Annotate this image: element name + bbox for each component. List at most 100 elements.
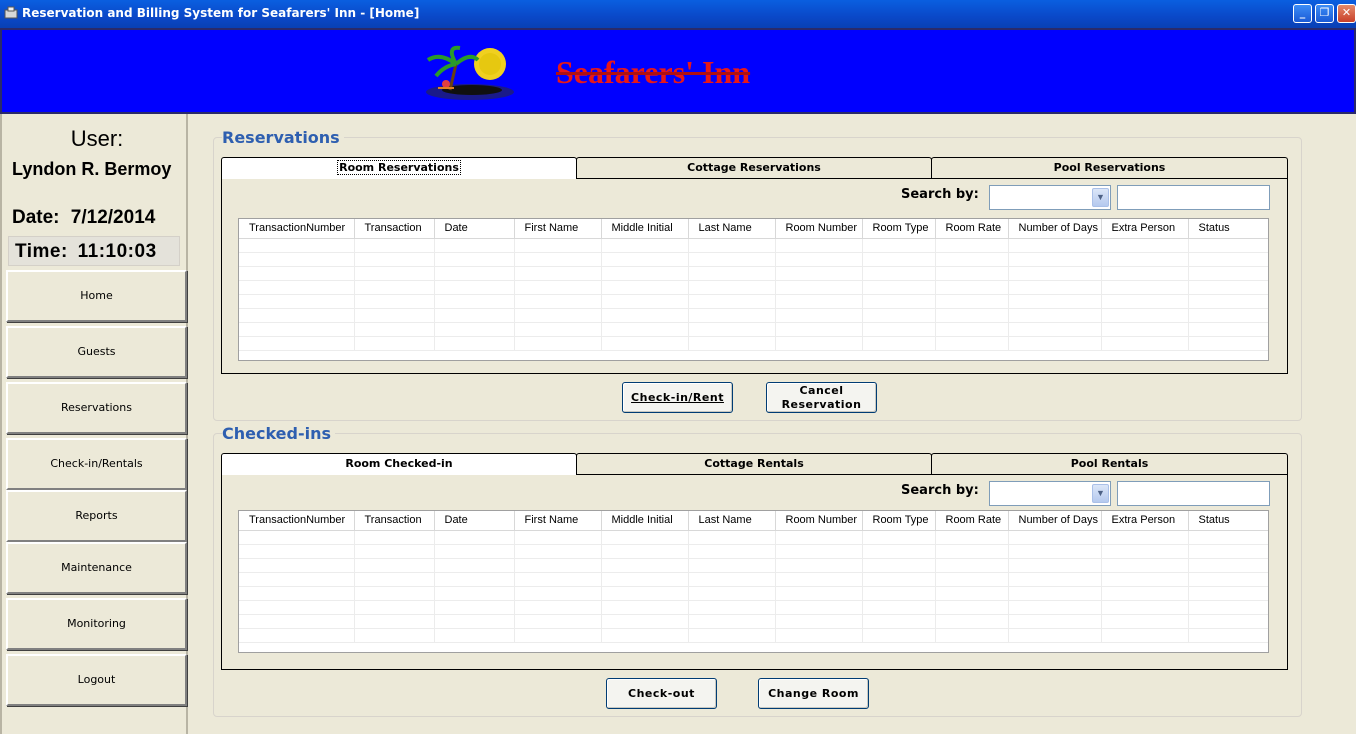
- search-input[interactable]: [1117, 185, 1270, 210]
- table-row: [239, 308, 1268, 323]
- table-cell: [239, 572, 355, 587]
- cancel-reservation-button[interactable]: Cancel Reservation: [766, 382, 877, 413]
- table-cell: [862, 322, 936, 337]
- checkedins-title: Checked-ins: [222, 424, 336, 443]
- table-cell: [239, 530, 355, 545]
- reservations-table[interactable]: TransactionNumber Transaction Date First…: [238, 218, 1269, 361]
- checkout-button[interactable]: Check-out: [606, 678, 717, 709]
- table-cell: [434, 238, 515, 253]
- column-header[interactable]: TransactionNumber: [239, 511, 355, 531]
- column-header[interactable]: Room Type: [862, 219, 936, 239]
- table-cell: [688, 308, 776, 323]
- table-row: [239, 572, 1268, 587]
- close-icon[interactable]: ✕: [1337, 4, 1356, 23]
- table-cell: [1188, 572, 1268, 587]
- search-by-select[interactable]: ▼: [989, 185, 1111, 210]
- chevron-down-icon[interactable]: ▼: [1092, 188, 1109, 207]
- tab-pool-reservations[interactable]: Pool Reservations: [931, 157, 1288, 179]
- column-header[interactable]: Extra Person: [1101, 511, 1189, 531]
- change-room-button[interactable]: Change Room: [758, 678, 869, 709]
- table-row: [239, 600, 1268, 615]
- tab-cottage-rentals[interactable]: Cottage Rentals: [576, 453, 932, 475]
- column-header[interactable]: Room Number: [775, 511, 863, 531]
- table-cell: [354, 266, 435, 281]
- nav-reports-button[interactable]: Reports: [6, 490, 187, 542]
- sidebar: User: Lyndon R. Bermoy Date: 7/12/2014 T…: [0, 114, 188, 734]
- table-cell: [1188, 322, 1268, 337]
- column-header[interactable]: Transaction: [354, 511, 435, 531]
- table-cell: [935, 280, 1009, 295]
- table-cell: [434, 322, 515, 337]
- column-header[interactable]: Middle Initial: [601, 511, 689, 531]
- table-cell: [1008, 252, 1102, 267]
- nav-checkin-rentals-button[interactable]: Check-in/Rentals: [6, 438, 187, 490]
- column-header[interactable]: Number of Days: [1008, 219, 1102, 239]
- column-header[interactable]: Status: [1188, 511, 1268, 531]
- window-title: Reservation and Billing System for Seafa…: [22, 6, 420, 20]
- tab-room-reservations[interactable]: Room Reservations: [221, 157, 577, 179]
- nav-home-button[interactable]: Home: [6, 270, 187, 322]
- search-input[interactable]: [1117, 481, 1270, 506]
- search-by-select[interactable]: ▼: [989, 481, 1111, 506]
- table-cell: [1008, 308, 1102, 323]
- column-header[interactable]: Middle Initial: [601, 219, 689, 239]
- column-header[interactable]: Number of Days: [1008, 511, 1102, 531]
- tab-pool-rentals[interactable]: Pool Rentals: [931, 453, 1288, 475]
- column-header[interactable]: Room Type: [862, 511, 936, 531]
- column-header[interactable]: Transaction: [354, 219, 435, 239]
- table-cell: [354, 628, 435, 643]
- table-cell: [935, 600, 1009, 615]
- column-header[interactable]: Last Name: [688, 219, 776, 239]
- column-header[interactable]: Room Rate: [935, 219, 1009, 239]
- column-header[interactable]: First Name: [514, 511, 602, 531]
- table-cell: [354, 544, 435, 559]
- chevron-down-icon[interactable]: ▼: [1092, 484, 1109, 503]
- tab-room-checked-in[interactable]: Room Checked-in: [221, 453, 577, 475]
- checkedins-table[interactable]: TransactionNumber Transaction Date First…: [238, 510, 1269, 653]
- table-cell: [862, 586, 936, 601]
- nav-reservations-button[interactable]: Reservations: [6, 382, 187, 434]
- table-cell: [514, 572, 602, 587]
- table-cell: [1188, 252, 1268, 267]
- table-row: [239, 530, 1268, 545]
- checkin-rent-button[interactable]: Check-in/Rent: [622, 382, 733, 413]
- table-cell: [601, 544, 689, 559]
- nav-monitoring-button[interactable]: Monitoring: [6, 598, 187, 650]
- tab-cottage-reservations[interactable]: Cottage Reservations: [576, 157, 932, 179]
- search-by-label: Search by:: [901, 483, 979, 498]
- table-cell: [688, 336, 776, 351]
- time-label: Time:: [15, 241, 68, 262]
- column-header[interactable]: Last Name: [688, 511, 776, 531]
- restore-icon[interactable]: ❐: [1315, 4, 1334, 23]
- table-cell: [688, 252, 776, 267]
- column-header[interactable]: Room Number: [775, 219, 863, 239]
- table-cell: [434, 530, 515, 545]
- nav-logout-button[interactable]: Logout: [6, 654, 187, 706]
- column-header[interactable]: Date: [434, 219, 515, 239]
- table-cell: [434, 600, 515, 615]
- table-cell: [239, 558, 355, 573]
- minimize-icon[interactable]: _: [1293, 4, 1312, 23]
- table-cell: [354, 614, 435, 629]
- table-cell: [1188, 614, 1268, 629]
- table-cell: [775, 600, 863, 615]
- table-cell: [354, 322, 435, 337]
- header-banner: Seafarers' Inn: [0, 28, 1356, 114]
- column-header[interactable]: Status: [1188, 219, 1268, 239]
- table-cell: [354, 586, 435, 601]
- column-header[interactable]: TransactionNumber: [239, 219, 355, 239]
- table-row: [239, 294, 1268, 309]
- nav-maintenance-button[interactable]: Maintenance: [6, 542, 187, 594]
- table-cell: [775, 294, 863, 309]
- nav-guests-button[interactable]: Guests: [6, 326, 187, 378]
- column-header[interactable]: Date: [434, 511, 515, 531]
- table-cell: [688, 280, 776, 295]
- table-cell: [1101, 572, 1189, 587]
- column-header[interactable]: First Name: [514, 219, 602, 239]
- column-header[interactable]: Room Rate: [935, 511, 1009, 531]
- table-body: [239, 530, 1268, 643]
- table-cell: [935, 614, 1009, 629]
- table-cell: [1188, 530, 1268, 545]
- table-row: [239, 558, 1268, 573]
- column-header[interactable]: Extra Person: [1101, 219, 1189, 239]
